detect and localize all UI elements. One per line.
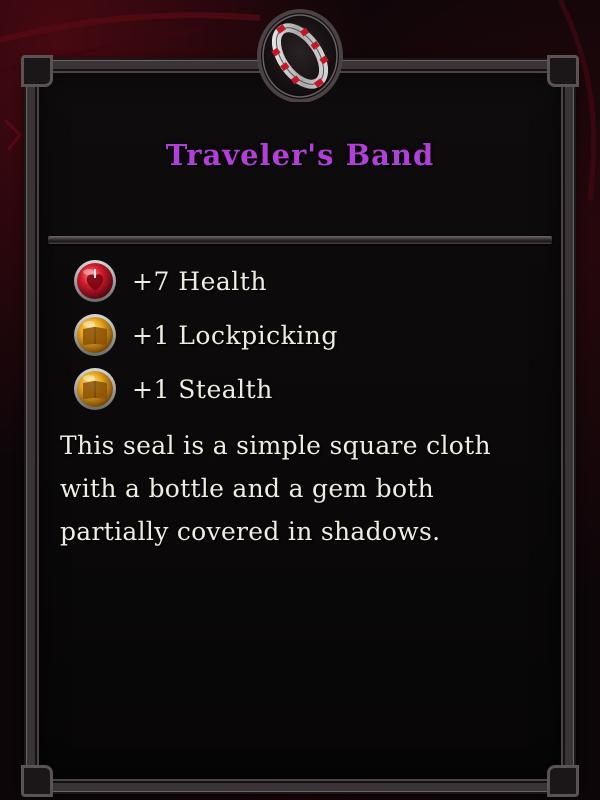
stat-stealth-text: +1 Stealth bbox=[132, 374, 273, 404]
item-description: This seal is a simple square cloth with … bbox=[60, 431, 491, 546]
stat-row-health: +7 Health bbox=[72, 254, 532, 308]
stat-row-stealth: +1 Stealth bbox=[72, 362, 532, 416]
divider bbox=[48, 236, 552, 244]
frame-corner bbox=[547, 765, 579, 797]
frame-corner bbox=[21, 765, 53, 797]
frame-corner bbox=[547, 55, 579, 87]
item-name: Traveler's Band bbox=[165, 138, 435, 172]
frame-corner bbox=[21, 55, 53, 87]
ring-icon bbox=[256, 2, 344, 103]
stat-list: +7 Health +1 Lockpicking +1 Stealth bbox=[72, 254, 532, 416]
stat-lockpicking-text: +1 Lockpicking bbox=[132, 320, 338, 350]
book-icon bbox=[74, 314, 116, 356]
stat-health-text: +7 Health bbox=[132, 266, 267, 296]
book-icon bbox=[74, 368, 116, 410]
health-heart-icon bbox=[74, 260, 116, 302]
stat-row-lockpicking: +1 Lockpicking bbox=[72, 308, 532, 362]
